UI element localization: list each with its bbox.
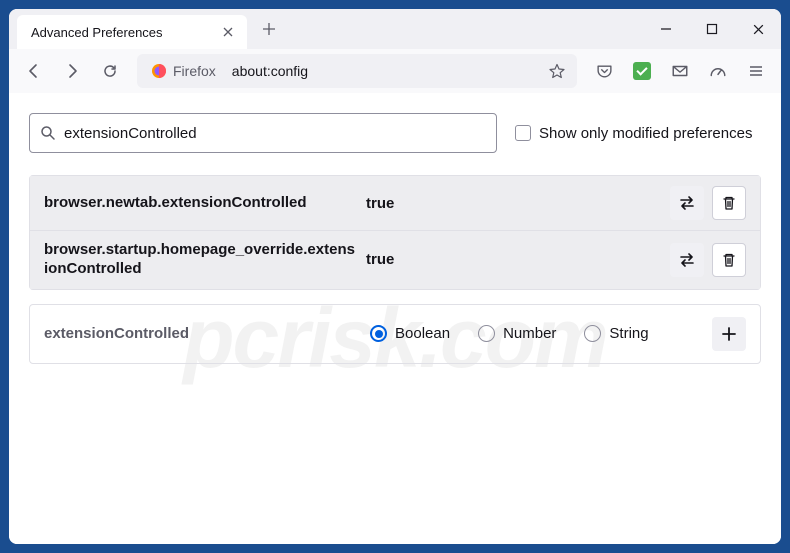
new-tab-button[interactable]: [253, 13, 285, 45]
nav-toolbar: Firefox about:config: [9, 49, 781, 93]
radio-label: String: [609, 325, 648, 342]
radio-string[interactable]: String: [584, 325, 648, 342]
pref-value: true: [366, 251, 660, 268]
search-row: Show only modified preferences: [29, 113, 761, 153]
pref-row[interactable]: browser.startup.homepage_override.extens…: [30, 230, 760, 289]
search-icon: [40, 125, 56, 141]
delete-button[interactable]: [712, 186, 746, 220]
radio-boolean[interactable]: Boolean: [370, 325, 450, 342]
show-modified-toggle[interactable]: Show only modified preferences: [515, 125, 752, 142]
plus-icon: [721, 326, 737, 342]
pref-row[interactable]: browser.newtab.extensionControlled true: [30, 176, 760, 230]
performance-icon[interactable]: [701, 54, 735, 88]
bookmark-star-icon[interactable]: [543, 57, 571, 85]
mail-icon[interactable]: [663, 54, 697, 88]
trash-icon: [721, 195, 737, 211]
swap-icon: [678, 251, 696, 269]
browser-window: Advanced Preferences: [9, 9, 781, 544]
extension-icon[interactable]: [625, 54, 659, 88]
reload-button[interactable]: [93, 54, 127, 88]
tab-advanced-preferences[interactable]: Advanced Preferences: [17, 15, 247, 49]
pref-search-input[interactable]: [64, 125, 486, 142]
titlebar: Advanced Preferences: [9, 9, 781, 49]
menu-button[interactable]: [739, 54, 773, 88]
about-config-content: pcrisk.com Show only modified preference…: [9, 93, 781, 544]
forward-button[interactable]: [55, 54, 89, 88]
pref-actions: [670, 186, 746, 220]
toggle-button[interactable]: [670, 243, 704, 277]
identity-label: Firefox: [173, 63, 216, 79]
pref-value: true: [366, 195, 660, 212]
close-window-button[interactable]: [735, 9, 781, 49]
identity-box[interactable]: Firefox: [143, 59, 224, 83]
pref-name: browser.newtab.extensionControlled: [44, 194, 356, 213]
pref-search-box[interactable]: [29, 113, 497, 153]
minimize-button[interactable]: [643, 9, 689, 49]
radio-number[interactable]: Number: [478, 325, 556, 342]
pref-actions: [670, 243, 746, 277]
toggle-button[interactable]: [670, 186, 704, 220]
delete-button[interactable]: [712, 243, 746, 277]
radio-label: Boolean: [395, 325, 450, 342]
window-controls: [643, 9, 781, 49]
radio-icon: [584, 325, 601, 342]
add-pref-name: extensionControlled: [44, 325, 356, 342]
swap-icon: [678, 194, 696, 212]
show-modified-label: Show only modified preferences: [539, 125, 752, 142]
radio-label: Number: [503, 325, 556, 342]
radio-icon: [478, 325, 495, 342]
add-pref-row: extensionControlled Boolean Number Strin…: [29, 304, 761, 364]
maximize-button[interactable]: [689, 9, 735, 49]
tab-title: Advanced Preferences: [31, 25, 163, 40]
type-radio-group: Boolean Number String: [370, 325, 698, 342]
add-button[interactable]: [712, 317, 746, 351]
checkbox-icon: [515, 125, 531, 141]
firefox-logo-icon: [151, 63, 167, 79]
radio-icon: [370, 325, 387, 342]
pref-name: browser.startup.homepage_override.extens…: [44, 241, 356, 279]
back-button[interactable]: [17, 54, 51, 88]
pocket-icon[interactable]: [587, 54, 621, 88]
close-tab-icon[interactable]: [219, 23, 237, 41]
prefs-list: browser.newtab.extensionControlled true …: [29, 175, 761, 290]
url-bar[interactable]: Firefox about:config: [137, 54, 577, 88]
url-text: about:config: [232, 63, 535, 79]
trash-icon: [721, 252, 737, 268]
